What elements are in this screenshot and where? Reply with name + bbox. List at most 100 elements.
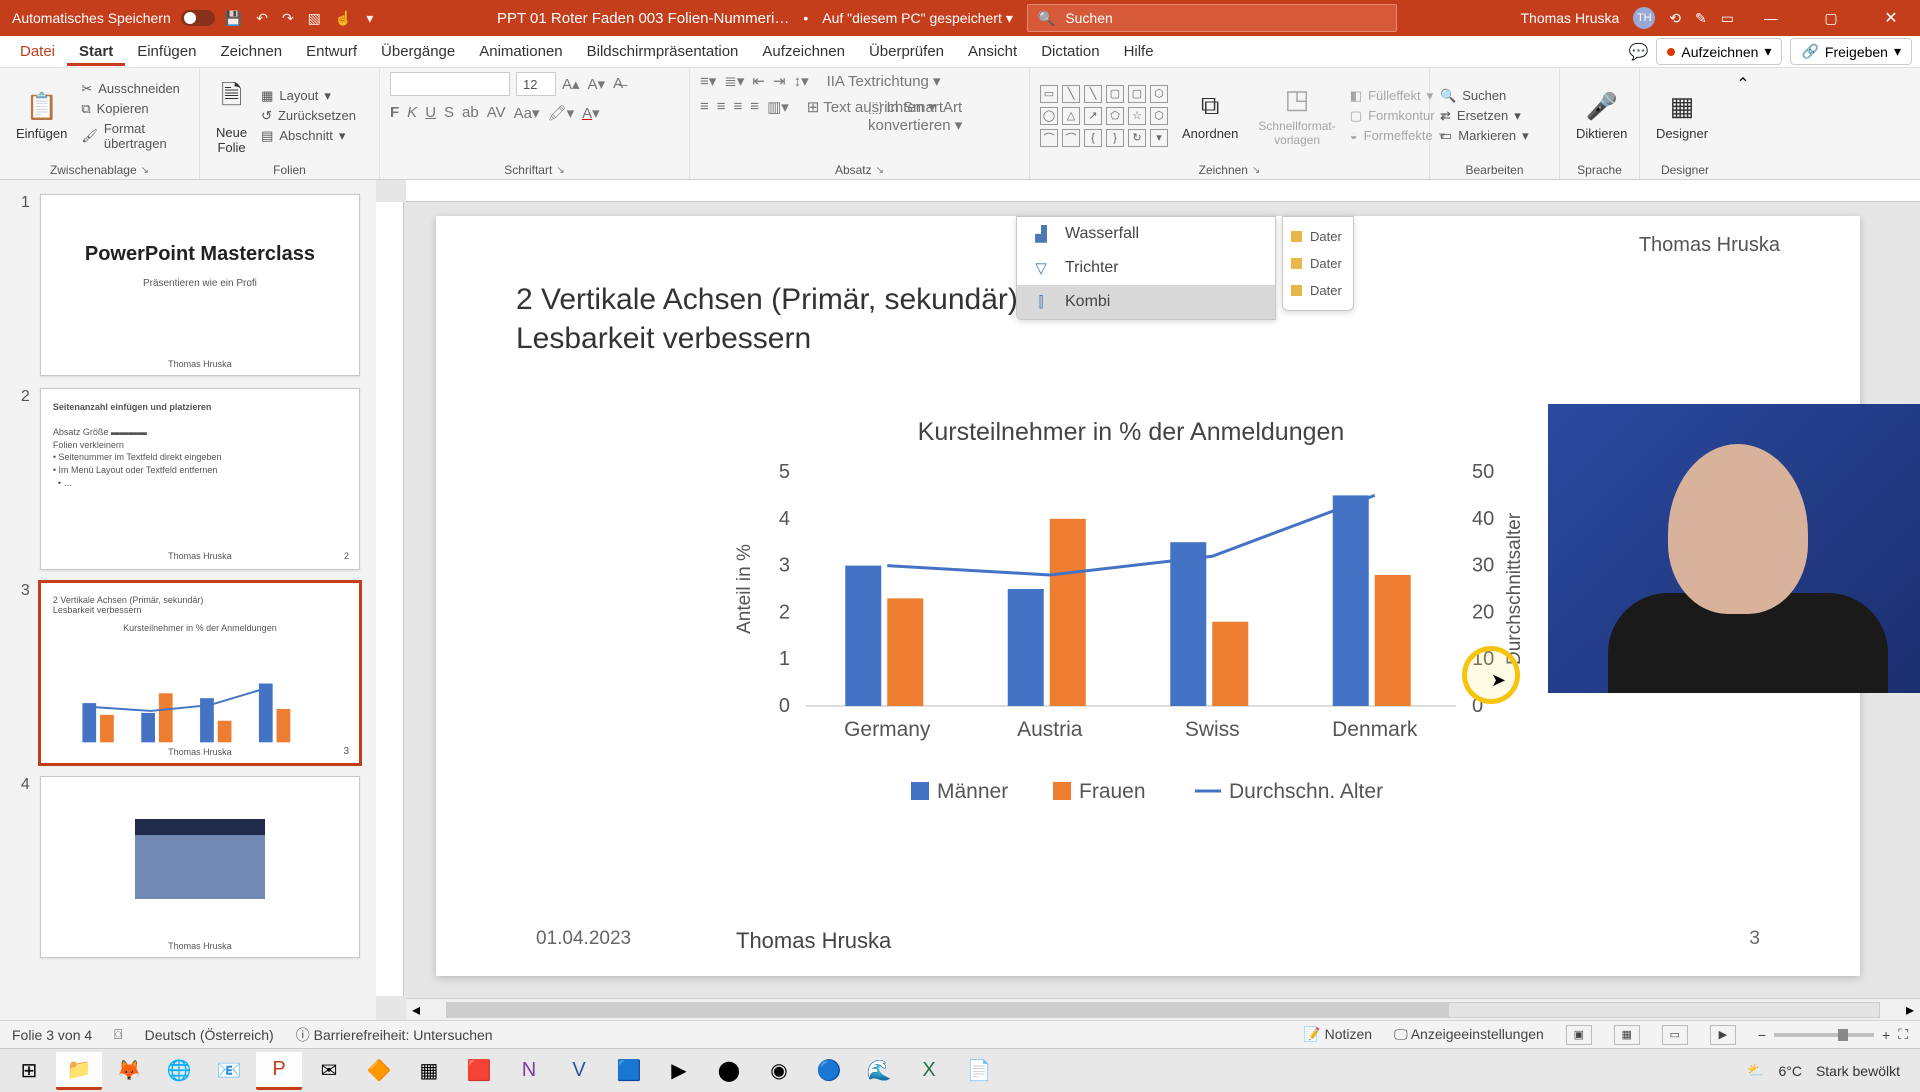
font-family-input[interactable] [390,72,510,96]
tb-app3-icon[interactable]: 🟥 [456,1052,502,1090]
arrange-button[interactable]: ⧉Anordnen [1176,86,1244,145]
bold-icon[interactable]: F [390,104,399,122]
case-icon[interactable]: Aa▾ [514,104,540,122]
paste-button[interactable]: 📋Einfügen [10,87,73,145]
save-icon[interactable]: 💾 [225,10,242,27]
tb-chrome-icon[interactable]: 🌐 [156,1052,202,1090]
reset-button[interactable]: ↺ Zurücksetzen [261,108,356,124]
maximize-button[interactable]: ▢ [1808,0,1854,36]
autosave-toggle[interactable] [181,10,215,26]
minimize-button[interactable]: — [1748,0,1794,36]
zoom-in-icon[interactable]: + [1882,1027,1890,1043]
text-direction-button[interactable]: IIA Textrichtung ▾ [827,72,941,90]
cut-button[interactable]: ✂ Ausschneiden [81,81,189,97]
tb-powerpoint-icon[interactable]: P [256,1052,302,1090]
weather-icon[interactable]: ⛅ [1747,1062,1764,1079]
new-slide-button[interactable]: 🗎Neue Folie [210,73,253,159]
tab-transitions[interactable]: Übergänge [369,37,467,66]
bullets-icon[interactable]: ≡▾ [700,72,716,90]
decrease-font-icon[interactable]: A▾ [588,75,606,93]
start-button[interactable]: ⊞ [6,1052,52,1090]
outdent-icon[interactable]: ⇤ [752,72,765,90]
dictate-button[interactable]: 🎤Diktieren [1570,87,1633,145]
thumb-slide-2[interactable]: Seitenanzahl einfügen und platzieren Abs… [40,388,360,570]
linespacing-icon[interactable]: ↕▾ [794,72,809,90]
tab-file[interactable]: Datei [8,37,67,66]
smartart-button[interactable]: ⬚ In SmartArt konvertieren ▾ [868,98,1019,134]
present-icon[interactable]: ▧ [308,10,321,27]
thumb-slide-4[interactable]: Thomas Hruska [40,776,360,958]
tab-dictation[interactable]: Dictation [1029,37,1111,66]
draw-icon[interactable]: ✎ [1695,10,1707,27]
format-painter-button[interactable]: 🖌 Format übertragen [81,121,189,151]
tb-app8-icon[interactable]: 📄 [956,1052,1002,1090]
tab-design[interactable]: Entwurf [294,37,369,66]
font-size-input[interactable] [516,72,556,96]
numbering-icon[interactable]: ≣▾ [724,72,744,90]
align-left-icon[interactable]: ≡ [700,98,709,116]
increase-font-icon[interactable]: A▴ [562,75,580,93]
layout-button[interactable]: ▦ Layout ▾ [261,88,356,104]
zoom-control[interactable]: − + ⛶ [1758,1026,1908,1043]
share-button[interactable]: 🔗 Freigeben ▾ [1790,38,1912,65]
tb-onenote-icon[interactable]: N [506,1052,552,1090]
designer-button[interactable]: ▦Designer [1650,87,1714,145]
scrollbar-horizontal[interactable]: ◂▸ [406,998,1920,1020]
tab-home[interactable]: Start [67,37,125,66]
font-color-icon[interactable]: A▾ [582,104,600,122]
thumb-slide-1[interactable]: PowerPoint Masterclass Präsentieren wie … [40,194,360,376]
spacing-icon[interactable]: AV [487,104,506,122]
undo-icon[interactable]: ↶ [256,10,268,27]
quickstyles-button[interactable]: ◳Schnellformat- vorlagen [1252,80,1341,151]
user-avatar[interactable]: TH [1633,7,1655,29]
status-slide[interactable]: Folie 3 von 4 [12,1027,92,1043]
touch-icon[interactable]: ☝ [335,10,352,27]
select-button[interactable]: ▭ Markieren ▾ [1440,128,1529,144]
clear-format-icon[interactable]: A̶ [613,75,623,93]
align-right-icon[interactable]: ≡ [734,98,743,116]
tb-app4-icon[interactable]: 🟦 [606,1052,652,1090]
strike-icon[interactable]: S [444,104,454,122]
zoom-out-icon[interactable]: − [1758,1027,1766,1043]
view-slideshow-icon[interactable]: ▶ [1710,1025,1736,1045]
section-button[interactable]: ▤ Abschnitt ▾ [261,128,356,144]
align-center-icon[interactable]: ≡ [717,98,726,116]
tb-app5-icon[interactable]: ▶ [656,1052,702,1090]
menu-waterfall[interactable]: ▟Wasserfall [1017,217,1275,251]
tab-draw[interactable]: Zeichnen [208,37,294,66]
view-normal-icon[interactable]: ▣ [1566,1025,1592,1045]
shapes-gallery[interactable]: ▭╲╲▢▢⬡ ◯△↗⬠☆⬡ ⌒⌒{}↻▾ [1040,85,1168,147]
tb-firefox-icon[interactable]: 🦊 [106,1052,152,1090]
record-button[interactable]: Aufzeichnen ▾ [1656,38,1782,65]
thumb-slide-3[interactable]: 2 Vertikale Achsen (Primär, sekundär)Les… [40,582,360,764]
menu-funnel[interactable]: ▽Trichter [1017,251,1275,285]
tb-vlc-icon[interactable]: 🔶 [356,1052,402,1090]
launcher-icon[interactable]: ↘ [1252,165,1260,176]
tab-slideshow[interactable]: Bildschirmpräsentation [575,37,751,66]
redo-icon[interactable]: ↷ [282,10,294,27]
underline-icon[interactable]: U [425,104,436,122]
fit-icon[interactable]: ⛶ [1898,1026,1908,1043]
status-access-icon[interactable]: ⌼ [114,1026,122,1043]
view-reading-icon[interactable]: ▭ [1662,1025,1688,1045]
username[interactable]: Thomas Hruska [1520,10,1619,26]
collapse-ribbon-icon[interactable]: ⌃ [1736,74,1749,94]
launcher-icon[interactable]: ↘ [876,165,884,176]
window-icon[interactable]: ▭ [1721,10,1734,27]
status-language[interactable]: Deutsch (Österreich) [145,1027,274,1043]
tb-visio-icon[interactable]: V [556,1052,602,1090]
close-button[interactable]: ✕ [1868,0,1914,36]
tb-edge-icon[interactable]: 🌊 [856,1052,902,1090]
tb-excel-icon[interactable]: X [906,1052,952,1090]
tb-app2-icon[interactable]: ▦ [406,1052,452,1090]
launcher-icon[interactable]: ↘ [141,165,149,176]
tab-review[interactable]: Überprüfen [857,37,956,66]
more-icon[interactable]: ▾ [366,10,373,27]
indent-icon[interactable]: ⇥ [773,72,786,90]
tb-obs-icon[interactable]: ⬤ [706,1052,752,1090]
italic-icon[interactable]: K [407,104,417,122]
tb-explorer-icon[interactable]: 📁 [56,1052,102,1090]
shadow-icon[interactable]: ab [462,104,479,122]
tb-app6-icon[interactable]: ◉ [756,1052,802,1090]
replace-button[interactable]: ⇄ Ersetzen ▾ [1440,108,1529,124]
